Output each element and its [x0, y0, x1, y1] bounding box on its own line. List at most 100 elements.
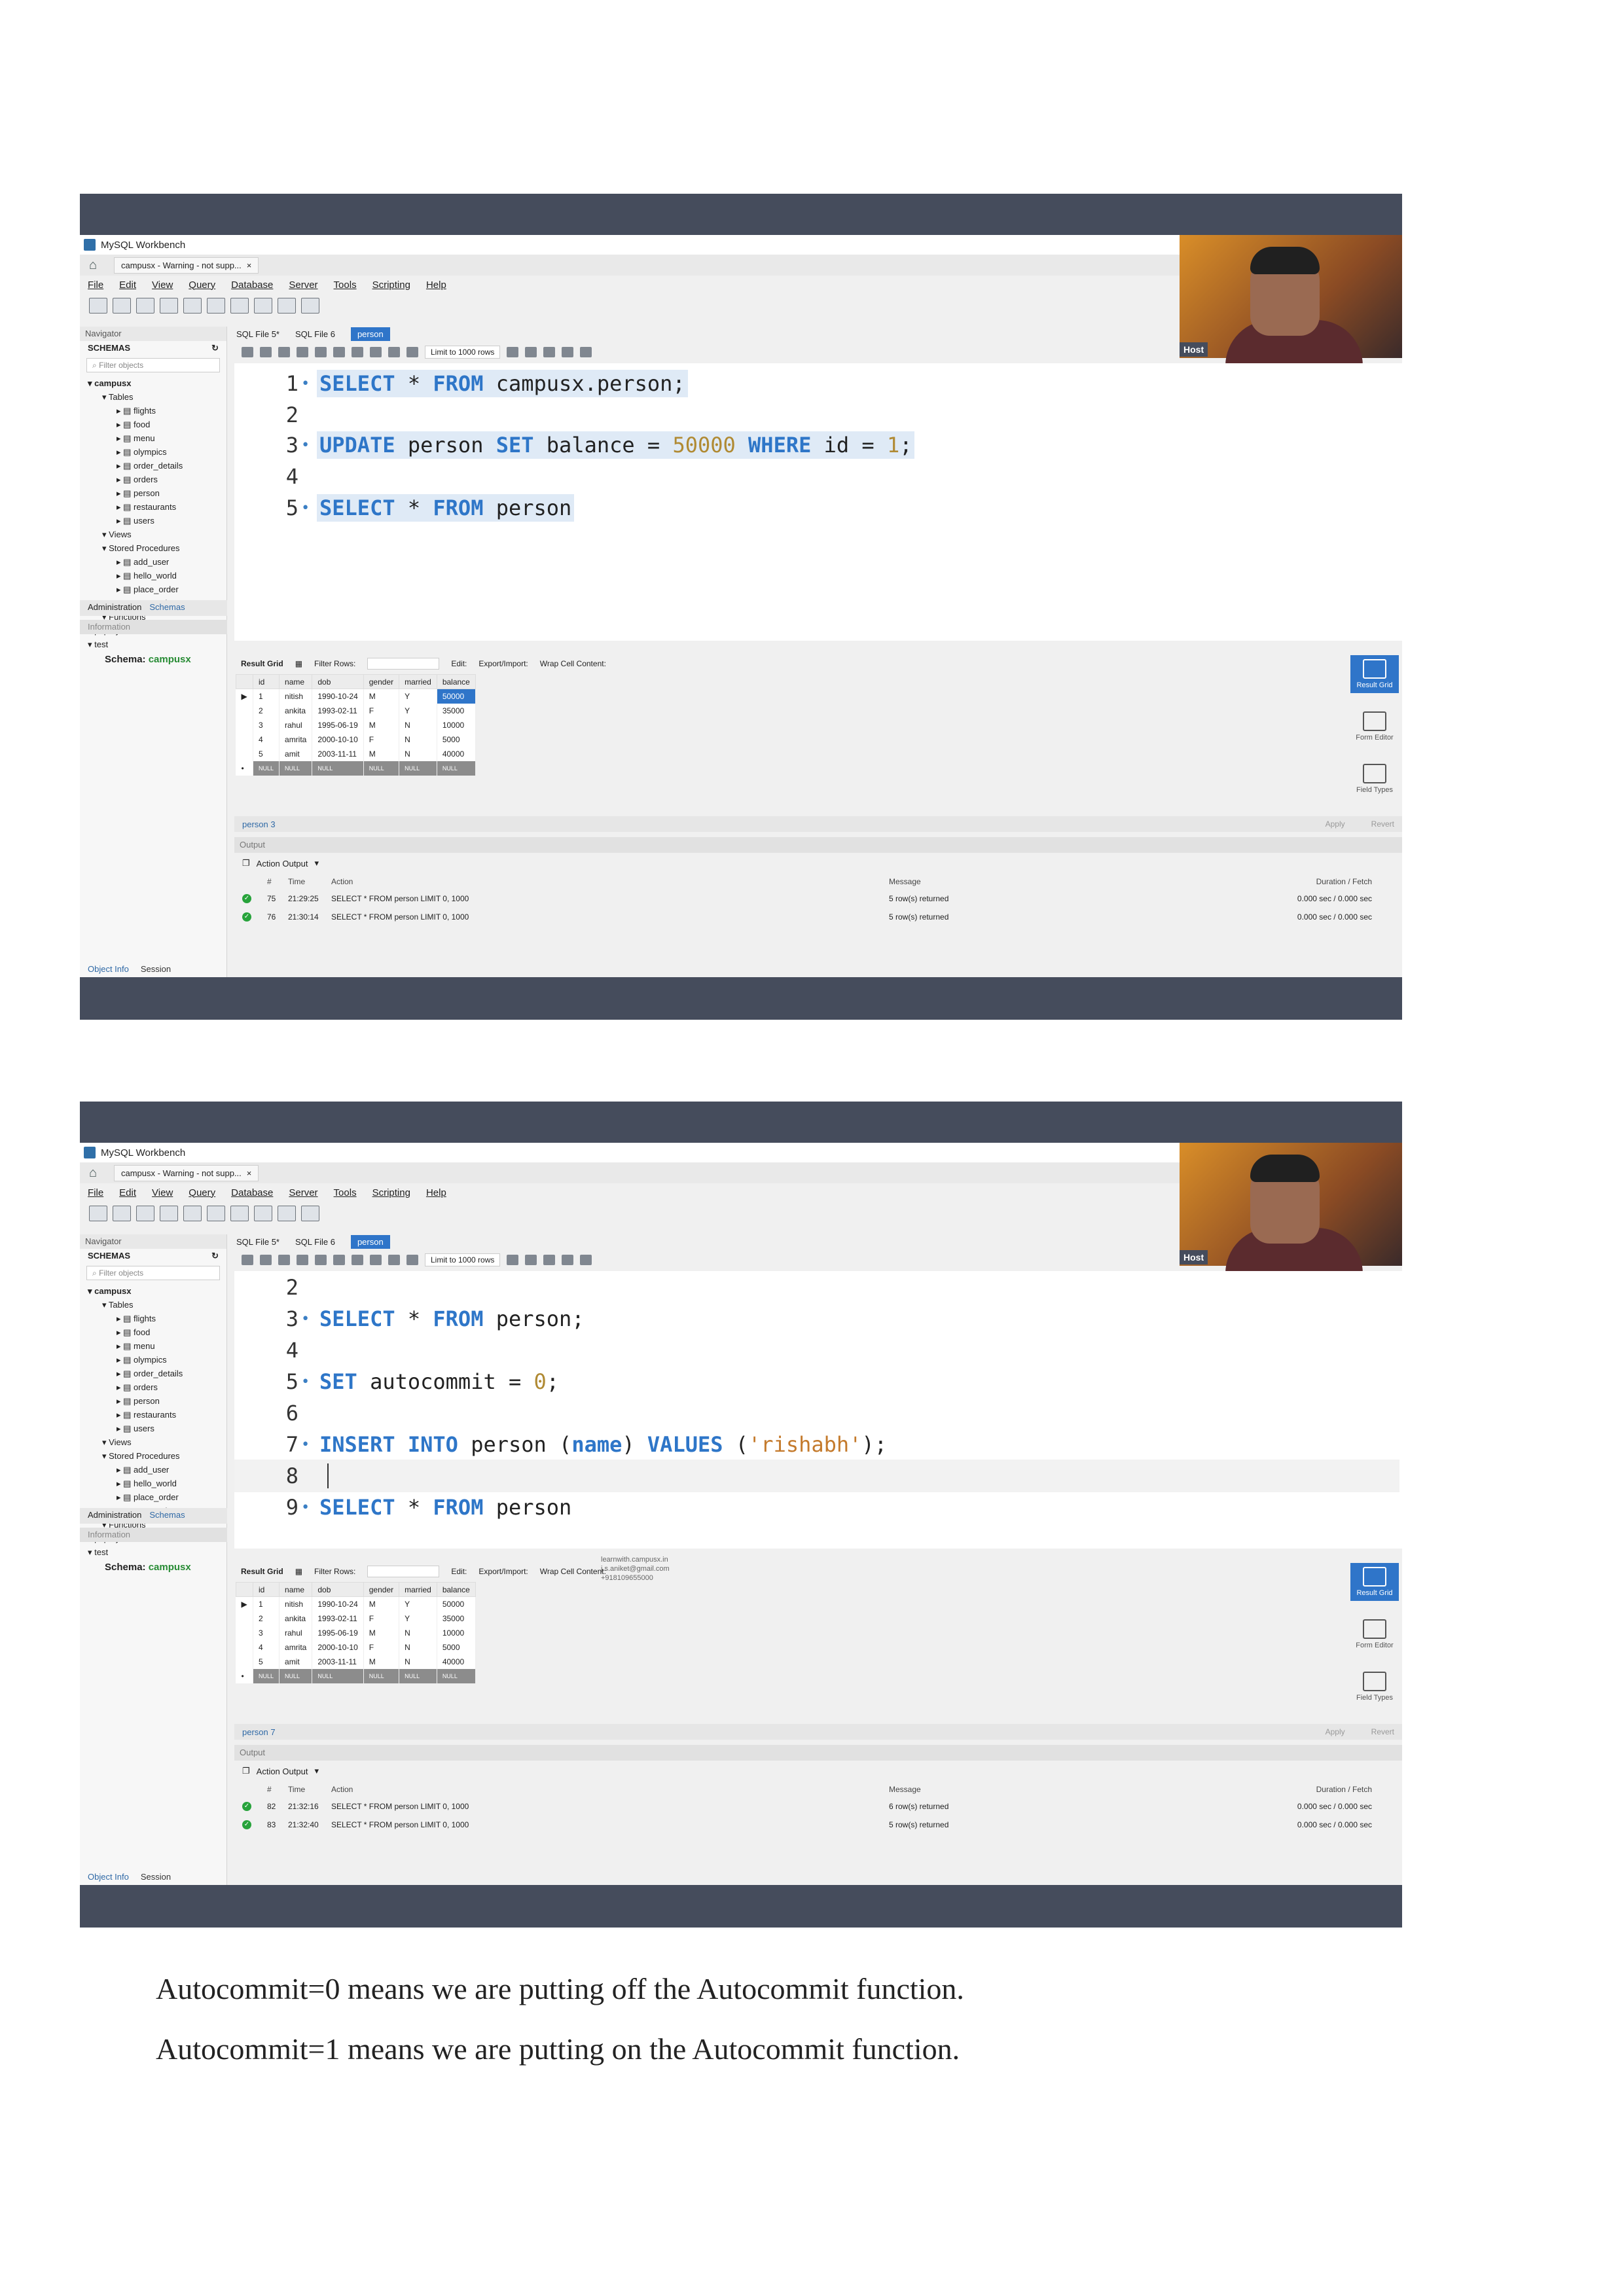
cell-name[interactable]: rahul: [279, 717, 313, 732]
menu-tools[interactable]: Tools: [334, 1187, 357, 1198]
search-table-data-icon[interactable]: [278, 298, 296, 314]
tab-session[interactable]: Session: [141, 1872, 171, 1885]
menu-query[interactable]: Query: [189, 1187, 215, 1198]
table-row[interactable]: 4 amrita 2000-10-10 F N 5000: [236, 1640, 476, 1655]
menu-server[interactable]: Server: [289, 1187, 317, 1198]
menu-tools[interactable]: Tools: [334, 279, 357, 291]
cell-balance[interactable]: 40000: [437, 746, 476, 761]
menu-help[interactable]: Help: [426, 279, 446, 291]
tree-item-folder-stored-procedures[interactable]: ▾ Stored Procedures: [88, 541, 219, 555]
filter-objects-input[interactable]: ⌕ Filter objects: [86, 358, 220, 372]
sql-editor[interactable]: learnwith.campusx.in j.s.aniket@gmail.co…: [234, 1271, 1402, 1582]
table-row[interactable]: 5 amit 2003-11-11 M N 40000: [236, 1654, 476, 1669]
refresh-icon[interactable]: ↻: [211, 343, 219, 353]
close-icon[interactable]: ×: [247, 1168, 252, 1178]
field-types-button[interactable]: Field Types: [1350, 760, 1399, 798]
tab-sql-file-5[interactable]: SQL File 5*: [236, 1237, 280, 1247]
tab-sql-file-6[interactable]: SQL File 6: [295, 329, 335, 339]
new-row[interactable]: • NULL NULL NULL NULL NULL NULL: [236, 1668, 476, 1683]
column-header-married[interactable]: married: [399, 674, 437, 689]
create-procedure-icon[interactable]: [230, 1206, 249, 1221]
execute-current-icon[interactable]: [297, 1255, 308, 1265]
copy-icon[interactable]: ❐: [242, 858, 250, 869]
output-row[interactable]: ✓ 76 21:30:14 SELECT * FROM person LIMIT 0,…: [234, 908, 1402, 926]
tree-item-schema-test[interactable]: ▾ test: [88, 1545, 219, 1559]
code-line[interactable]: 1 • SELECT * FROM campusx.person;: [234, 367, 688, 400]
explain-icon[interactable]: [315, 1255, 327, 1265]
null-cell[interactable]: NULL: [312, 761, 364, 776]
cell-name[interactable]: nitish: [279, 689, 313, 704]
filter-objects-input[interactable]: ⌕ Filter objects: [86, 1266, 220, 1280]
tab-schemas[interactable]: Schemas: [149, 1510, 185, 1522]
create-function-icon[interactable]: [254, 1206, 272, 1221]
tree-item-procedure-place-order[interactable]: ▸ ▤ place_order: [88, 583, 219, 596]
rollback-icon[interactable]: [388, 347, 400, 357]
new-sql-tab-icon[interactable]: [89, 1206, 107, 1221]
limit-rows-select[interactable]: Limit to 1000 rows: [425, 346, 501, 359]
column-header-balance[interactable]: balance: [436, 674, 476, 689]
code-line[interactable]: 7 • INSERT INTO person (name) VALUES ('ris…: [234, 1428, 890, 1461]
cell-married[interactable]: N: [399, 717, 437, 732]
null-cell[interactable]: NULL: [312, 1668, 364, 1683]
cell-balance[interactable]: 50000: [437, 1596, 476, 1611]
autocommit-icon[interactable]: [406, 1255, 418, 1265]
cell-balance[interactable]: 50000: [437, 689, 476, 704]
filter-rows-input[interactable]: [367, 658, 440, 670]
null-cell[interactable]: NULL: [437, 1668, 476, 1683]
cell-gender[interactable]: F: [363, 703, 400, 718]
chevron-down-icon[interactable]: ▾: [314, 858, 319, 869]
beautify-icon[interactable]: [525, 347, 537, 357]
menu-view[interactable]: View: [152, 279, 173, 291]
tab-session[interactable]: Session: [141, 964, 171, 977]
cell-married[interactable]: N: [399, 1654, 437, 1669]
tree-item-table-olympics[interactable]: ▸ ▤ olympics: [88, 445, 219, 459]
filter-rows-input[interactable]: [367, 1566, 440, 1577]
close-icon[interactable]: ×: [247, 260, 252, 270]
cell-balance[interactable]: 10000: [437, 1625, 476, 1640]
refresh-icon[interactable]: ↻: [211, 1251, 219, 1261]
invisible-chars-icon[interactable]: [562, 1255, 574, 1265]
column-header-name[interactable]: name: [279, 674, 313, 689]
cell-married[interactable]: Y: [399, 703, 437, 718]
column-header-gender[interactable]: gender: [363, 674, 400, 689]
create-schema-icon[interactable]: [160, 1206, 178, 1221]
null-cell[interactable]: NULL: [253, 1668, 280, 1683]
invisible-chars-icon[interactable]: [562, 347, 574, 357]
tree-item-procedure-hello-world[interactable]: ▸ ▤ hello_world: [88, 1477, 219, 1490]
grid-icon[interactable]: ▦: [295, 1567, 302, 1576]
open-file-icon[interactable]: [242, 347, 253, 357]
cell-dob[interactable]: 1990-10-24: [312, 1596, 364, 1611]
cell-gender[interactable]: F: [363, 1640, 400, 1655]
code-line[interactable]: 9 • SELECT * FROM person: [234, 1491, 574, 1524]
tree-item-folder-tables[interactable]: ▾ Tables: [88, 1298, 219, 1312]
tree-item-table-users[interactable]: ▸ ▤ users: [88, 514, 219, 528]
tree-item-table-person[interactable]: ▸ ▤ person: [88, 1394, 219, 1408]
explain-icon[interactable]: [315, 347, 327, 357]
null-cell[interactable]: NULL: [363, 1668, 400, 1683]
cell-name[interactable]: rahul: [279, 1625, 313, 1640]
tree-item-table-olympics[interactable]: ▸ ▤ olympics: [88, 1353, 219, 1367]
commit-icon[interactable]: [370, 347, 382, 357]
create-schema-icon[interactable]: [160, 298, 178, 314]
null-cell[interactable]: NULL: [279, 761, 313, 776]
tree-item-procedure-add-user[interactable]: ▸ ▤ add_user: [88, 555, 219, 569]
find-icon[interactable]: [543, 347, 556, 357]
column-header-dob[interactable]: dob: [312, 1582, 364, 1597]
tree-item-table-orders[interactable]: ▸ ▤ orders: [88, 1380, 219, 1394]
cell-name[interactable]: amrita: [279, 732, 313, 747]
code-line[interactable]: 4: [234, 1334, 322, 1367]
search-table-data-icon[interactable]: [278, 1206, 296, 1221]
cell-id[interactable]: 2: [253, 1611, 280, 1626]
wrap-lines-icon[interactable]: [580, 347, 592, 357]
cell-gender[interactable]: M: [363, 746, 400, 761]
tree-item-table-restaurants[interactable]: ▸ ▤ restaurants: [88, 1408, 219, 1422]
open-file-icon[interactable]: [242, 1255, 253, 1265]
tree-item-table-restaurants[interactable]: ▸ ▤ restaurants: [88, 500, 219, 514]
cell-married[interactable]: N: [399, 746, 437, 761]
tab-sql-file-6[interactable]: SQL File 6: [295, 1237, 335, 1247]
find-icon[interactable]: [543, 1255, 556, 1265]
tab-object-info[interactable]: Object Info: [88, 964, 129, 977]
cell-id[interactable]: 5: [253, 746, 280, 761]
result-grid-button[interactable]: Result Grid: [1350, 655, 1399, 693]
menu-view[interactable]: View: [152, 1187, 173, 1198]
